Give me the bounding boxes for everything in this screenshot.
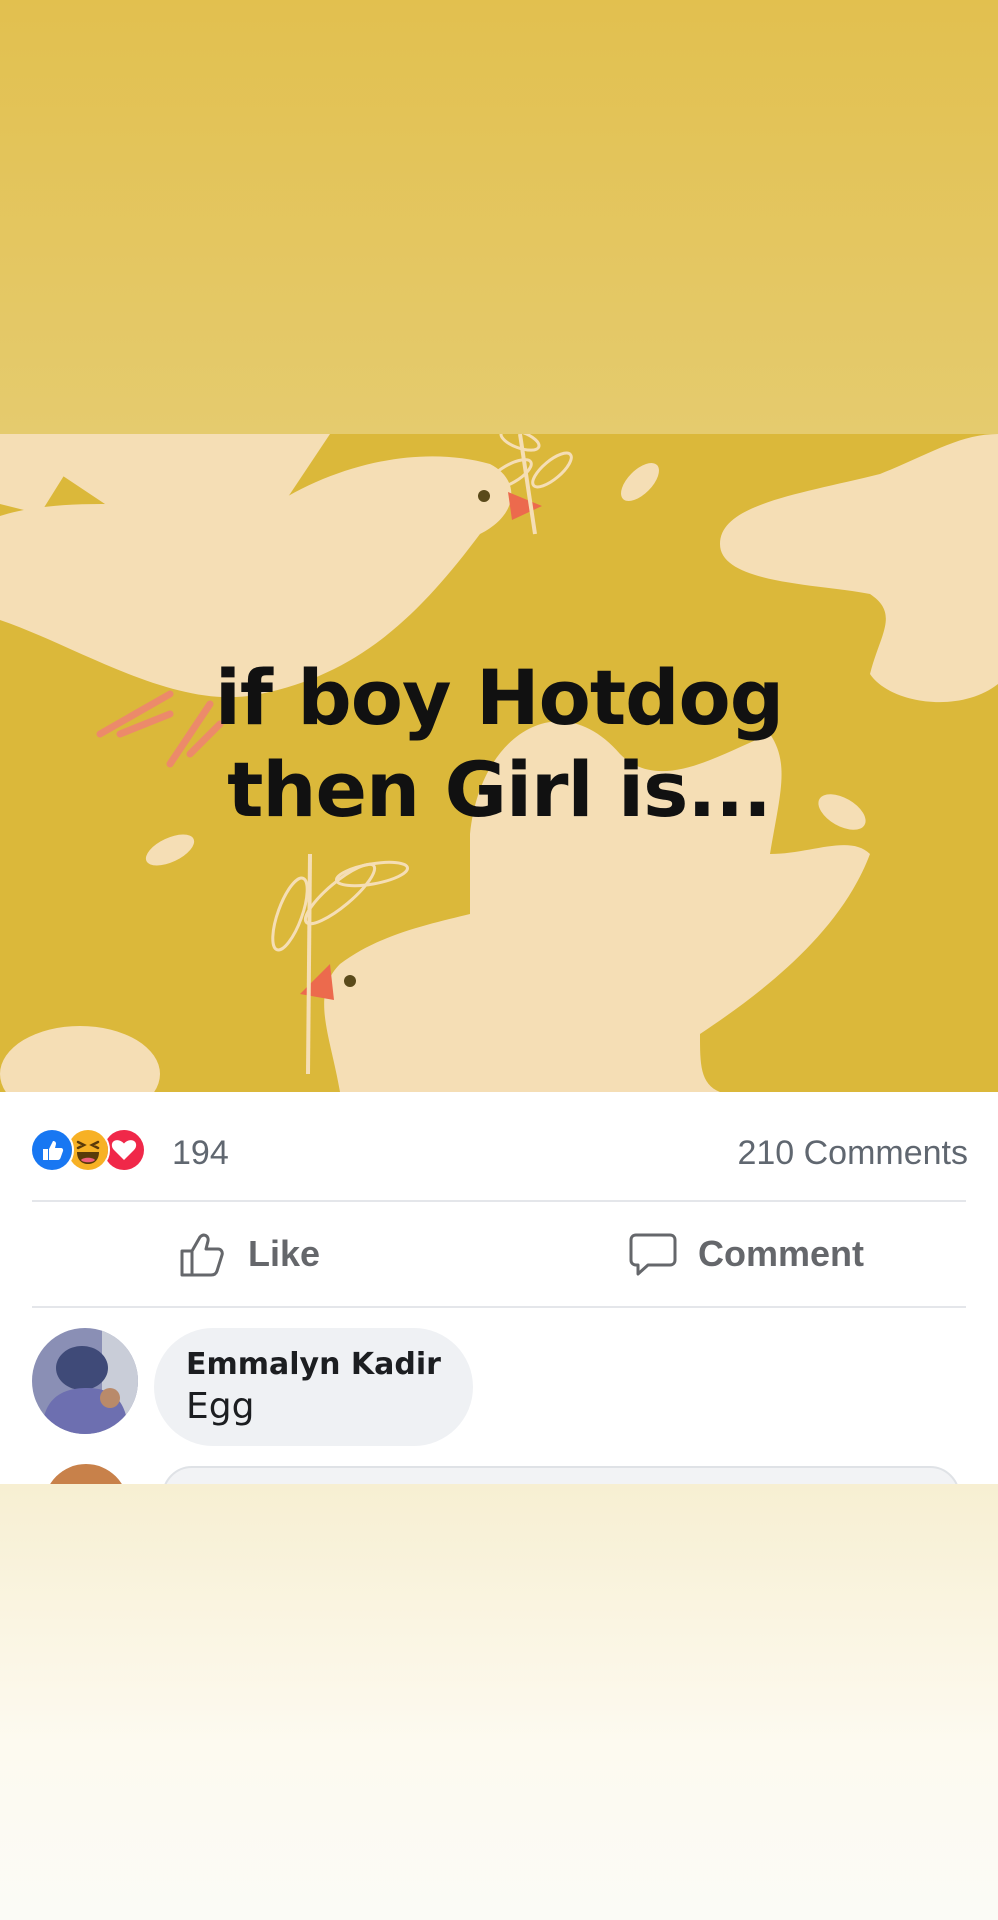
comments-count[interactable]: 210 Comments — [737, 1134, 968, 1173]
reaction-count[interactable]: 194 — [172, 1134, 229, 1173]
comment-button[interactable]: Comment — [628, 1226, 864, 1282]
comment-item: Emmalyn Kadir Egg — [32, 1328, 966, 1446]
comment-text: Egg — [186, 1386, 255, 1427]
comment-author[interactable]: Emmalyn Kadir — [186, 1347, 441, 1382]
comment-bubble[interactable] — [162, 1466, 960, 1484]
post-footer: 194 210 Comments Like Comment Emmalyn Ka… — [0, 1092, 998, 1484]
thumbs-up-icon — [180, 1233, 224, 1277]
comment-bubble[interactable]: Emmalyn Kadir Egg — [154, 1328, 473, 1446]
post-caption: if boy Hotdog then Girl is... — [0, 652, 998, 836]
like-button[interactable]: Like — [178, 1226, 320, 1282]
avatar[interactable] — [32, 1328, 138, 1434]
avatar[interactable] — [44, 1464, 128, 1484]
like-label: Like — [248, 1233, 321, 1274]
comment-bubble-icon — [629, 1233, 677, 1276]
divider — [32, 1306, 966, 1308]
blurred-bottom-background — [0, 1484, 998, 1920]
comment-label: Comment — [698, 1233, 865, 1274]
reactions-summary[interactable]: 194 210 Comments — [30, 1128, 968, 1174]
post-caption-line-2: then Girl is... — [227, 745, 772, 834]
post-caption-line-1: if boy Hotdog — [214, 653, 784, 742]
like-icon — [30, 1128, 74, 1172]
post-image[interactable]: if boy Hotdog then Girl is... — [0, 434, 998, 1092]
divider — [32, 1200, 966, 1202]
blurred-top-background — [0, 0, 998, 434]
